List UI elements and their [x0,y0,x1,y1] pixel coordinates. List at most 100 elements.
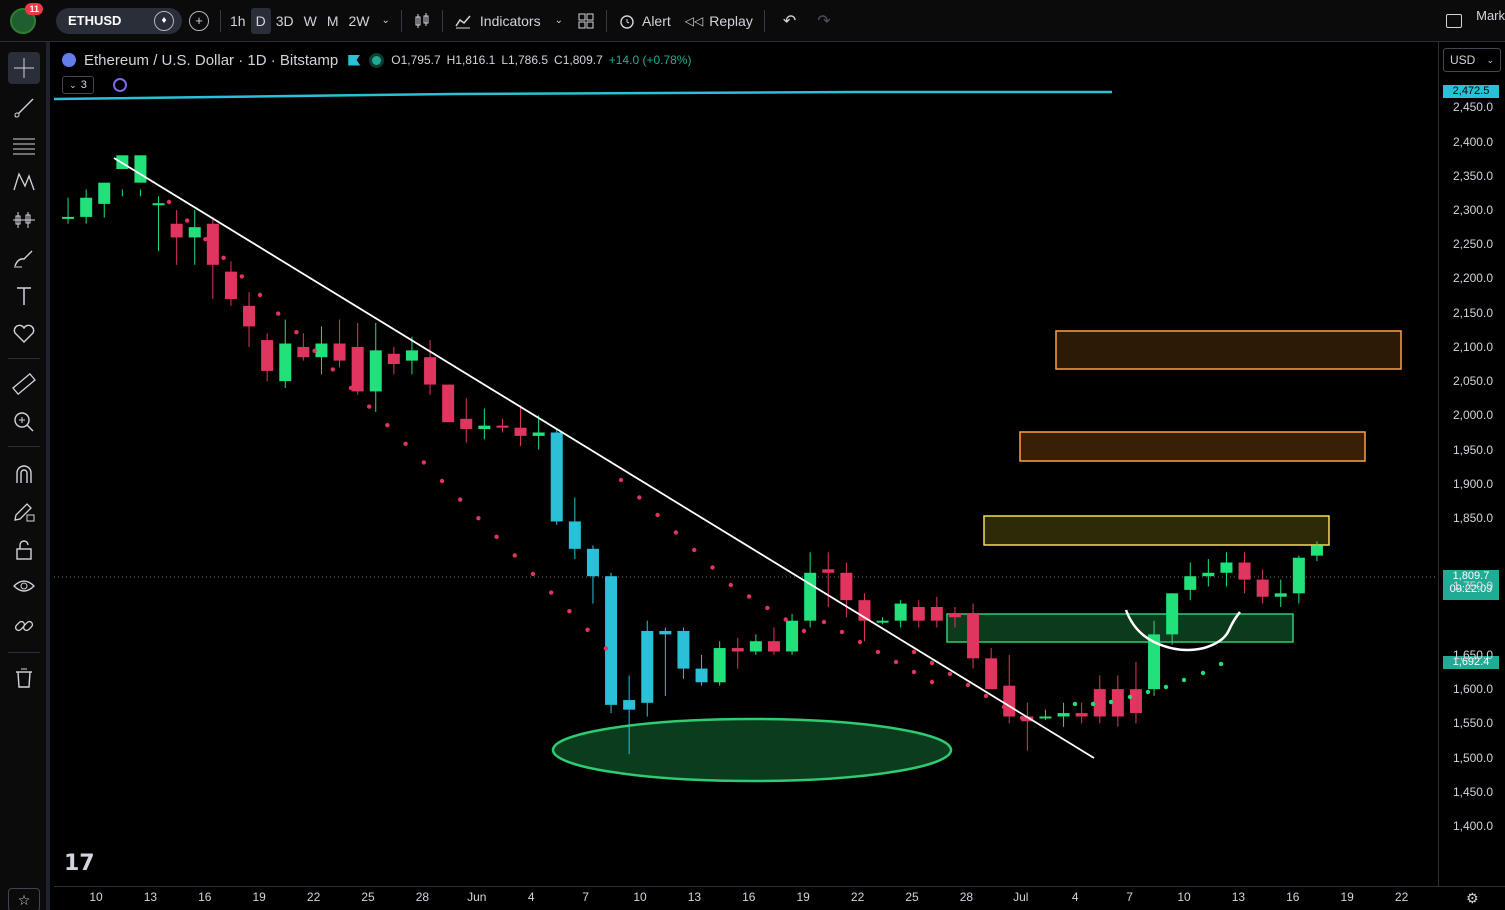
time-axis[interactable]: ⚙ 10 13 16 19 22 25 28 Jun 4 7 10 13 16 19 22 25 28 Jul 4 7… [54,886,1505,910]
candle[interactable] [188,210,201,265]
candle[interactable] [641,620,654,717]
candle[interactable] [912,600,925,628]
crosshair-tool[interactable] [8,52,40,84]
chart-pane[interactable]: 17 [53,42,1438,886]
icons-tool[interactable] [8,318,40,350]
candle[interactable] [98,182,111,218]
candle[interactable] [279,319,292,388]
templates-dropdown[interactable]: ⌄ [548,0,570,42]
undo-button[interactable]: ↶ [769,0,810,42]
candle[interactable] [224,261,237,306]
candle[interactable] [1274,579,1287,607]
candle[interactable] [152,196,165,252]
pattern-tool[interactable] [8,166,40,198]
resistance-zone-top[interactable] [1055,330,1402,370]
candle[interactable] [1093,675,1106,724]
candle[interactable] [243,292,256,347]
sync-tool[interactable] [8,610,40,642]
candle[interactable] [460,398,473,443]
candle[interactable] [1220,552,1233,587]
refresh-icon[interactable] [113,78,127,92]
fullscreen-button[interactable] [1432,0,1476,42]
candle[interactable] [659,627,672,696]
candle[interactable] [1292,555,1305,604]
symbol-options-icon[interactable]: ♦ [154,10,174,31]
timeframe-m[interactable]: M [322,0,344,42]
chart-legend[interactable]: Ethereum / U.S. Dollar · 1D · Bitstamp O… [62,50,691,70]
timeframe-3d[interactable]: 3D [271,0,299,42]
candle[interactable] [677,627,690,679]
currency-selector[interactable]: USD ⌄ [1443,48,1501,72]
candle[interactable] [1003,654,1016,724]
candle[interactable] [568,497,581,560]
candle[interactable] [478,408,491,440]
candle[interactable] [333,319,346,368]
settings-icon[interactable]: ⚙ [1466,890,1479,907]
fib-tool[interactable] [8,130,40,162]
candle[interactable] [1256,569,1269,604]
resistance-zone-mid[interactable] [1019,431,1366,462]
candle[interactable] [1238,552,1251,594]
candle[interactable] [387,346,400,375]
flag-icon[interactable] [348,54,361,66]
replay-button[interactable]: ◁◁ Replay [678,0,760,42]
candle[interactable] [767,627,780,655]
visibility-tool[interactable] [8,570,40,602]
timeframe-dropdown[interactable]: ⌄ [375,0,397,42]
candle[interactable] [804,552,817,628]
trend-line-tool[interactable] [8,92,40,124]
timeframe-w[interactable]: W [299,0,322,42]
brush-tool[interactable] [8,242,40,274]
candle[interactable] [1021,702,1034,751]
candle[interactable] [315,326,328,375]
remove-tool[interactable] [8,662,40,694]
candle[interactable] [695,654,708,686]
redo-button[interactable]: ↷ [810,0,837,42]
candle[interactable] [442,384,455,423]
candle[interactable] [1202,559,1215,587]
candle[interactable] [786,613,799,655]
support-ellipse[interactable] [551,717,953,783]
candle[interactable] [894,600,907,628]
candle[interactable] [1129,661,1142,724]
downtrend-line[interactable] [113,157,1095,759]
candle[interactable] [261,333,274,382]
text-tool[interactable] [8,280,40,312]
candle[interactable] [170,210,183,265]
candle[interactable] [496,418,509,433]
candle[interactable] [605,572,618,714]
candle[interactable] [514,405,527,447]
candle[interactable] [1111,675,1124,727]
right-menu-label[interactable]: Mark [1476,0,1505,42]
indicators-button[interactable]: Indicators [447,0,548,42]
alert-button[interactable]: Alert [611,0,678,42]
measure-tool[interactable] [8,368,40,400]
candle[interactable] [297,333,310,361]
lock-tool[interactable] [8,534,40,566]
layouts-button[interactable] [570,0,602,42]
compare-button[interactable]: + [182,0,216,42]
candle[interactable] [930,596,943,628]
candle[interactable] [80,189,93,224]
candle[interactable] [1057,702,1070,727]
candle[interactable] [1039,709,1052,720]
timeframe-d[interactable]: D [250,7,271,34]
magnet-tool[interactable] [8,458,40,490]
candle[interactable] [731,637,744,669]
timeframe-1h[interactable]: 1h [225,0,251,42]
chart-type-button[interactable] [406,0,438,42]
candle[interactable] [749,634,762,655]
candle[interactable] [351,322,364,395]
prediction-tool[interactable] [8,204,40,236]
candle[interactable] [206,216,219,300]
candle[interactable] [1075,702,1088,724]
favorites-button[interactable]: ☆ [8,888,40,910]
timeframe-2w[interactable]: 2W [344,0,375,42]
candle[interactable] [369,322,382,412]
avatar[interactable]: 11 [10,2,43,34]
indicators-collapse-button[interactable]: ⌄ 3 [62,76,94,94]
candle[interactable] [550,429,563,525]
candle[interactable] [985,648,998,690]
symbol-search[interactable]: ETHUSD ♦ [56,7,182,34]
resistance-zone-low[interactable] [983,515,1330,546]
